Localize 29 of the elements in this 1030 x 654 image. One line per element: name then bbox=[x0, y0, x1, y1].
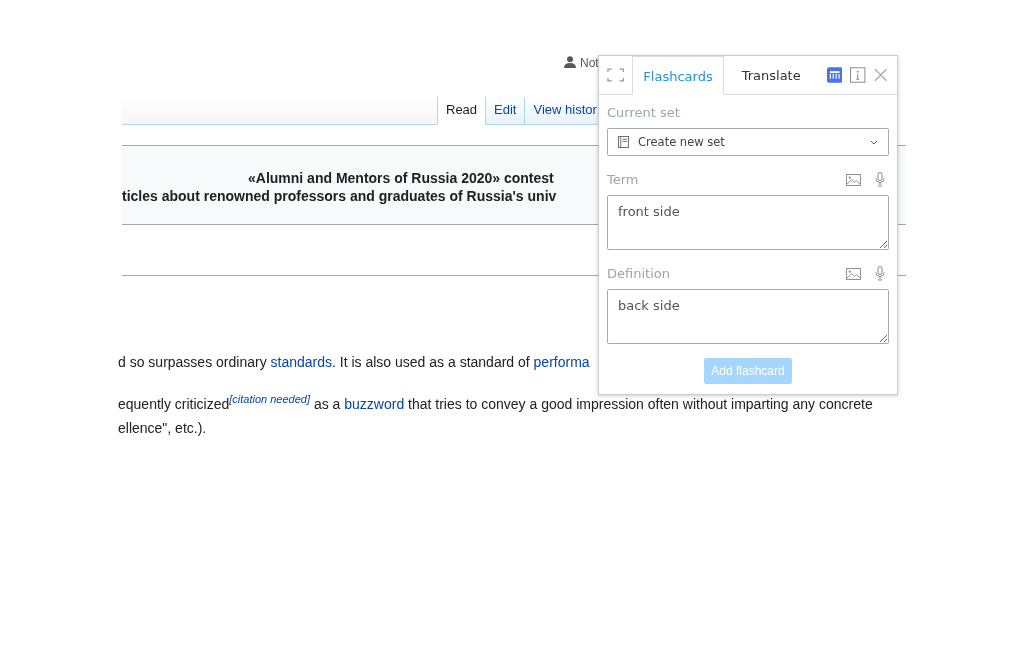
text-field[interactable]: front side bbox=[607, 195, 889, 250]
text-link[interactable]: buzzword bbox=[344, 396, 405, 412]
user-icon bbox=[564, 56, 576, 68]
paragraph-text: equently criticized$^{[citation needed]}$ as a buzzword that tries to convey a good impression often without imparting any concrete bbox=[118, 392, 873, 414]
expand-icon[interactable] bbox=[607, 68, 625, 82]
paragraph-text: ellence", etc.). bbox=[118, 419, 207, 438]
banner-text: «Alumni and Mentors of Russia 2020» contest bbox=[248, 169, 554, 187]
field-label: Current set bbox=[607, 105, 681, 120]
microphone-icon[interactable] bbox=[875, 266, 885, 281]
table-icon[interactable] bbox=[826, 67, 843, 83]
image-icon[interactable] bbox=[846, 173, 861, 186]
microphone-icon[interactable] bbox=[875, 172, 885, 187]
chevron-down-icon bbox=[870, 139, 878, 145]
field-label: Definition bbox=[607, 266, 671, 281]
image-icon[interactable] bbox=[846, 267, 861, 280]
close-icon[interactable] bbox=[873, 68, 887, 82]
panel-tab[interactable]: Translate bbox=[731, 56, 811, 94]
book-icon bbox=[618, 136, 629, 148]
text-field[interactable]: back side bbox=[607, 289, 889, 344]
banner-text: ticles about renowned professors and graduates of Russia's univ bbox=[122, 187, 557, 205]
page-tab[interactable]: Edit bbox=[485, 97, 525, 125]
paragraph-text: d so surpasses ordinary standards. It is also used as a standard of performa bbox=[118, 353, 590, 372]
set-dropdown[interactable]: Create new set bbox=[607, 128, 889, 156]
info-icon[interactable] bbox=[850, 67, 866, 83]
user-link[interactable]: Not bbox=[580, 56, 599, 70]
text-link[interactable]: performa bbox=[533, 354, 590, 370]
panel-tab[interactable]: Flashcards bbox=[632, 56, 724, 95]
text-link[interactable]: standards bbox=[270, 354, 332, 370]
field-label: Term bbox=[607, 172, 640, 187]
